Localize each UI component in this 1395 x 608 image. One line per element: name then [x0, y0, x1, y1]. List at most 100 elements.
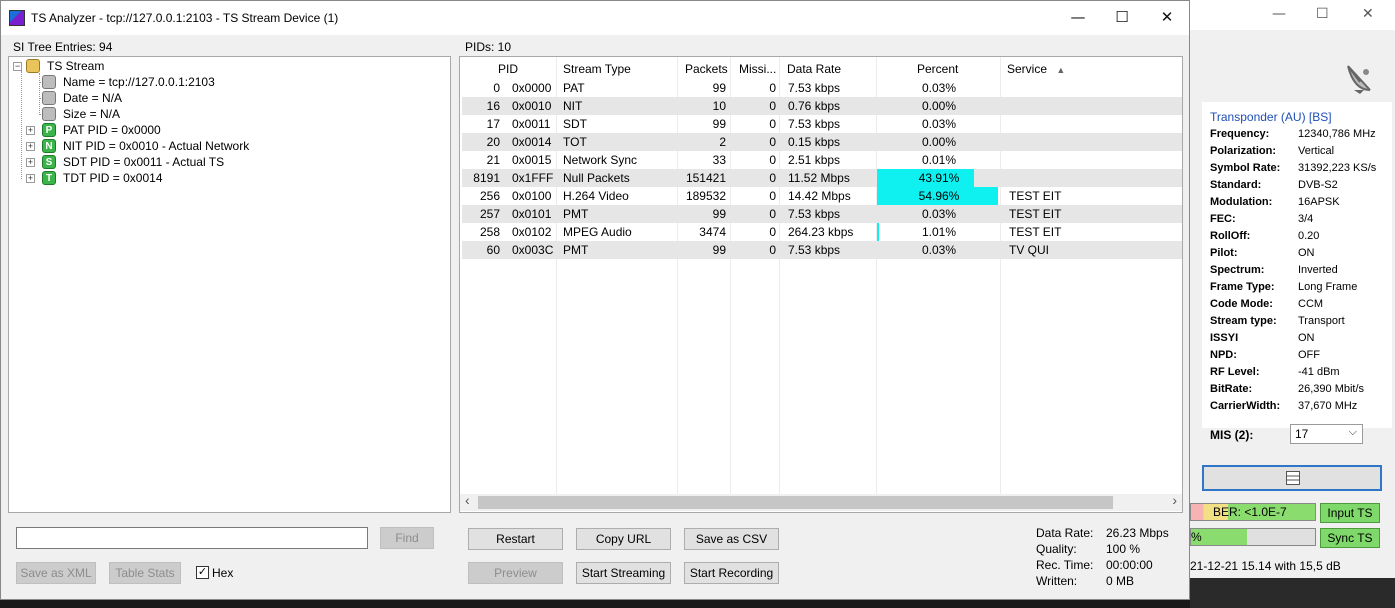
transponder-value: 37,670 MHz: [1298, 400, 1358, 412]
scrollbar-thumb[interactable]: [478, 496, 1113, 509]
column-header-service[interactable]: Service ▲: [1007, 59, 1065, 79]
transponder-value: 26,390 Mbit/s: [1298, 383, 1365, 395]
transponder-row: NPD: OFF: [1210, 349, 1395, 366]
transponder-value: Transport: [1298, 315, 1345, 327]
cell-packets: 151421: [685, 171, 726, 185]
column-header-stream-type[interactable]: Stream Type: [563, 59, 631, 79]
tree-item-label: PAT PID = 0x0000: [63, 123, 161, 137]
table-stats-button[interactable]: Table Stats: [109, 562, 181, 584]
transponder-value: ON: [1298, 247, 1315, 259]
start-streaming-button[interactable]: Start Streaming: [576, 562, 671, 584]
cell-stream-type: SDT: [563, 117, 587, 131]
bg-minimize-button[interactable]: —: [1272, 6, 1286, 22]
hex-checkbox[interactable]: ✓: [196, 566, 209, 579]
pid-row[interactable]: 258 0x0102 MPEG Audio 3474 0 264.23 kbps 1.01%…: [462, 223, 1182, 241]
cell-data-rate: 264.23 kbps: [788, 225, 854, 239]
expand-icon[interactable]: +: [26, 158, 35, 167]
mis-select[interactable]: 17 ⌵: [1290, 424, 1363, 444]
cell-packets: 99: [712, 117, 726, 131]
cell-stream-type: PAT: [563, 81, 585, 95]
expand-icon[interactable]: +: [26, 142, 35, 151]
transponder-key: Frame Type:: [1210, 281, 1275, 293]
cell-pid: 257: [479, 207, 500, 221]
pids-header: PIDs: 10: [465, 40, 512, 54]
transponder-key: FEC:: [1210, 213, 1236, 225]
transponder-info-panel: Transponder (AU) [BS] Frequency: 12340,78…: [1202, 102, 1392, 428]
si-tree[interactable]: − TS Stream Name = tcp://127.0.0.1:2103 …: [8, 56, 451, 513]
column-header-data-rate[interactable]: Data Rate: [787, 59, 841, 79]
expand-icon[interactable]: +: [26, 174, 35, 183]
tree-item[interactable]: Name = tcp://127.0.0.1:2103: [12, 74, 412, 90]
pid-row[interactable]: 60 0x003C PMT 99 0 7.53 kbps 0.03% TV QUI: [462, 241, 1182, 259]
satellite-dish-icon: [1347, 65, 1371, 94]
pid-row[interactable]: 16 0x0010 NIT 10 0 0.76 kbps 0.00%: [462, 97, 1182, 115]
transponder-action-button[interactable]: [1202, 465, 1382, 491]
pid-row[interactable]: 256 0x0100 H.264 Video 189532 0 14.42 Mbps 54.…: [462, 187, 1182, 205]
cell-data-rate: 7.53 kbps: [788, 117, 841, 131]
input-ts-button[interactable]: Input TS: [1320, 503, 1380, 523]
cell-stream-type: Null Packets: [563, 171, 630, 185]
minimize-button[interactable]: —: [1068, 8, 1088, 28]
transponder-key: Frequency:: [1210, 128, 1270, 140]
bg-close-button[interactable]: ✕: [1362, 6, 1374, 22]
tree-item-tdt[interactable]: + T TDT PID = 0x0014: [12, 170, 412, 186]
transponder-window: — ☐ ✕ Transponder (AU) [BS] Frequency: 12…: [1190, 0, 1395, 608]
pid-row[interactable]: 0 0x0000 PAT 99 0 7.53 kbps 0.03%: [462, 79, 1182, 97]
restart-button[interactable]: Restart: [468, 528, 563, 550]
save-as-xml-button[interactable]: Save as XML: [16, 562, 96, 584]
cell-pid: 0: [493, 81, 500, 95]
transponder-key: RollOff:: [1210, 230, 1251, 242]
horizontal-scrollbar[interactable]: ‹ ›: [460, 492, 1182, 511]
find-button[interactable]: Find: [380, 527, 434, 549]
scroll-right-icon[interactable]: ›: [1172, 492, 1177, 508]
sync-ts-button[interactable]: Sync TS: [1320, 528, 1380, 548]
column-header-packets[interactable]: Packets: [685, 59, 728, 79]
pid-row[interactable]: 8191 0x1FFF Null Packets 151421 0 11.52 Mbps 4…: [462, 169, 1182, 187]
cell-service: TV QUI: [1009, 243, 1050, 257]
pid-row[interactable]: 257 0x0101 PMT 99 0 7.53 kbps 0.03% TEST EIT: [462, 205, 1182, 223]
cell-pid: 17: [486, 117, 500, 131]
scroll-left-icon[interactable]: ‹: [465, 492, 470, 508]
start-recording-button[interactable]: Start Recording: [684, 562, 779, 584]
tree-item[interactable]: Date = N/A: [12, 90, 412, 106]
pid-row[interactable]: 20 0x0014 TOT 2 0 0.15 kbps 0.00%: [462, 133, 1182, 151]
close-button[interactable]: ✕: [1157, 8, 1177, 28]
cell-packets: 99: [712, 243, 726, 257]
column-header-percent[interactable]: Percent: [917, 59, 958, 79]
pid-row[interactable]: 21 0x0015 Network Sync 33 0 2.51 kbps 0.01%: [462, 151, 1182, 169]
cell-service: TEST EIT: [1009, 189, 1062, 203]
collapse-icon[interactable]: −: [13, 62, 22, 71]
tree-item-root[interactable]: − TS Stream: [12, 58, 312, 74]
tree-item-pat[interactable]: + P PAT PID = 0x0000: [12, 122, 412, 138]
cell-missing: 0: [769, 99, 776, 113]
transponder-key: ISSYI: [1210, 332, 1239, 344]
expand-icon[interactable]: +: [26, 126, 35, 135]
column-header-missing[interactable]: Missi...: [739, 59, 776, 79]
cell-percent: 43.91%: [918, 171, 960, 185]
find-input[interactable]: [16, 527, 368, 549]
pid-row[interactable]: 17 0x0011 SDT 99 0 7.53 kbps 0.03%: [462, 115, 1182, 133]
transponder-key: Polarization:: [1210, 145, 1277, 157]
cell-data-rate: 14.42 Mbps: [788, 189, 851, 203]
ts-analyzer-window: TS Analyzer - tcp://127.0.0.1:2103 - TS …: [0, 0, 1190, 600]
tree-item-nit[interactable]: + N NIT PID = 0x0010 - Actual Network: [12, 138, 412, 154]
transponder-row: Polarization: Vertical: [1210, 145, 1395, 162]
rec-time-value: 00:00:00: [1106, 558, 1153, 572]
cell-missing: 0: [769, 189, 776, 203]
data-rate-value: 26.23 Mbps: [1106, 526, 1169, 540]
maximize-button[interactable]: ☐: [1112, 8, 1132, 28]
tree-item-label: Size = N/A: [63, 107, 121, 121]
quality-label: Quality:: [1036, 542, 1077, 556]
copy-url-button[interactable]: Copy URL: [576, 528, 671, 550]
pid-list[interactable]: PID Stream Type Packets Missi... Data Ra…: [459, 56, 1183, 513]
tree-item-sdt[interactable]: + S SDT PID = 0x0011 - Actual TS: [12, 154, 412, 170]
cell-missing: 0: [769, 153, 776, 167]
cell-data-rate: 11.52 Mbps: [788, 171, 850, 185]
cell-pid-hex: 0x0100: [512, 189, 552, 203]
bg-maximize-button[interactable]: ☐: [1316, 6, 1329, 22]
cell-percent: 0.01%: [921, 153, 957, 167]
save-as-csv-button[interactable]: Save as CSV: [684, 528, 779, 550]
preview-button[interactable]: Preview: [468, 562, 563, 584]
tree-item[interactable]: Size = N/A: [12, 106, 412, 122]
column-header-pid[interactable]: PID: [498, 59, 518, 79]
